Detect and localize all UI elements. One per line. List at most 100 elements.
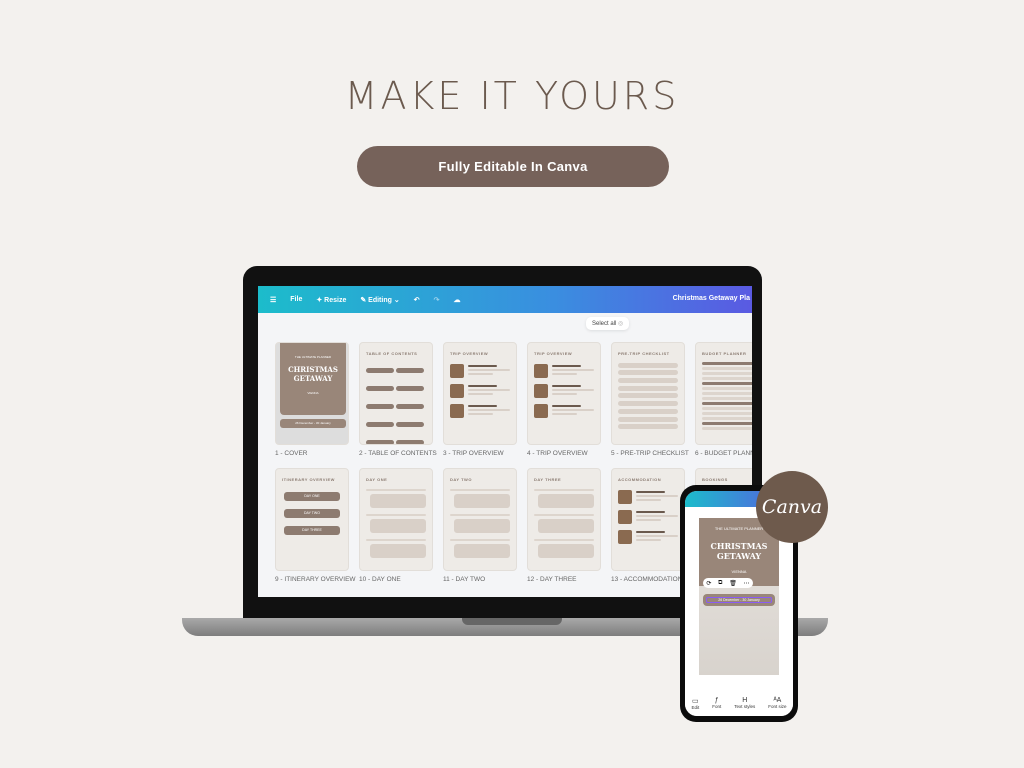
file-menu[interactable]: File bbox=[290, 296, 302, 303]
page-thumbnail[interactable]: ACCOMMODATION bbox=[611, 468, 685, 571]
editing-label: Editing bbox=[368, 296, 392, 304]
list-entry bbox=[534, 364, 594, 378]
canva-logo: Canva bbox=[756, 471, 828, 543]
photo bbox=[618, 510, 632, 524]
text-styles-icon: H bbox=[742, 697, 748, 704]
list-entry bbox=[618, 530, 678, 544]
select-all-button[interactable]: Select all ◎ bbox=[586, 317, 630, 330]
page-header: TRIP OVERVIEW bbox=[534, 351, 573, 356]
resize-menu[interactable]: ✦ Resize bbox=[316, 296, 346, 304]
photo bbox=[534, 364, 548, 378]
page-thumbnail[interactable]: DAY TWO bbox=[443, 468, 517, 571]
document-title[interactable]: Christmas Getaway Pla bbox=[673, 295, 750, 302]
checklist-item bbox=[618, 378, 678, 384]
page-thumbnail[interactable]: BUDGET PLANNER bbox=[695, 342, 752, 445]
itinerary-button: DAY ONE bbox=[284, 492, 340, 501]
checklist-item bbox=[618, 424, 678, 430]
page-label: 1 - COVER bbox=[275, 450, 308, 457]
list-entry bbox=[618, 510, 678, 524]
cover-dates: 26 December - 30 January bbox=[280, 419, 346, 428]
page-header: BOOKINGS bbox=[702, 477, 728, 482]
page-label: 6 - BUDGET PLANNER bbox=[695, 450, 752, 457]
list-entry bbox=[450, 384, 510, 398]
editing-menu[interactable]: ✎ Editing ⌄ bbox=[360, 296, 399, 304]
font-size-icon: ᴬA bbox=[773, 697, 782, 704]
checklist-item bbox=[618, 362, 678, 368]
cover-panel: THE ULTIMATE PLANNER CHRISTMAS GETAWAY VIE… bbox=[280, 343, 346, 415]
itinerary-button: DAY TWO bbox=[284, 509, 340, 518]
photo bbox=[450, 384, 464, 398]
page-label: 5 - PRE-TRIP CHECKLIST bbox=[611, 450, 689, 457]
page-header: DAY TWO bbox=[450, 477, 472, 482]
photo bbox=[618, 530, 632, 544]
canva-editor: ☰ File ✦ Resize ✎ Editing ⌄ ↶ ↷ ☁ Christ… bbox=[258, 286, 752, 597]
page-label: 3 - TRIP OVERVIEW bbox=[443, 450, 504, 457]
undo-icon[interactable]: ↶ bbox=[414, 296, 420, 304]
page-header: DAY THREE bbox=[534, 477, 562, 482]
cover-title: CHRISTMAS GETAWAY bbox=[288, 365, 338, 383]
cover-kicker: THE ULTIMATE PLANNER bbox=[294, 355, 332, 359]
page-thumbnail[interactable]: TRIP OVERVIEW bbox=[527, 342, 601, 445]
photo bbox=[618, 490, 632, 504]
tool-label: Font size bbox=[768, 704, 787, 709]
checklist-item bbox=[618, 416, 678, 422]
phone-cover-page[interactable]: THE ULTIMATE PLANNER CHRISTMAS GETAWAY V… bbox=[699, 518, 779, 675]
element-actions: ⟳ ⧉ 🗑 ⋯ bbox=[703, 578, 753, 588]
tool-label: Font bbox=[712, 704, 722, 709]
delete-icon[interactable]: 🗑 bbox=[729, 580, 737, 587]
page-label: 9 - ITINERARY OVERVIEW bbox=[275, 576, 356, 583]
laptop-notch bbox=[462, 618, 562, 625]
page-header: PRE-TRIP CHECKLIST bbox=[618, 351, 670, 356]
page-thumbnail[interactable]: DAY ONE bbox=[359, 468, 433, 571]
page-header: BUDGET PLANNER bbox=[702, 351, 747, 356]
list-entry bbox=[450, 364, 510, 378]
phone-tool[interactable]: ƒ Font bbox=[712, 697, 721, 716]
more-icon[interactable]: ⋯ bbox=[744, 580, 750, 587]
page-header: ACCOMMODATION bbox=[618, 477, 662, 482]
page-label: 2 - TABLE OF CONTENTS bbox=[359, 450, 437, 457]
page-header: ITINERARY OVERVIEW bbox=[282, 477, 335, 482]
toc-item bbox=[396, 440, 424, 444]
cover-dates: 26 December - 30 January bbox=[706, 597, 772, 603]
toc-item bbox=[366, 404, 394, 409]
toc-item bbox=[366, 386, 394, 391]
page-header: TRIP OVERVIEW bbox=[450, 351, 489, 356]
cloud-sync-icon[interactable]: ☁ bbox=[453, 296, 460, 304]
page-thumbnail[interactable]: DAY THREE bbox=[527, 468, 601, 571]
redo-icon[interactable]: ↷ bbox=[434, 296, 440, 304]
page-thumbnail[interactable]: ITINERARY OVERVIEW DAY ONE DAY TWO DAY THRE… bbox=[275, 468, 349, 571]
phone-tool[interactable]: ᴬA Font size bbox=[768, 697, 786, 716]
cover-place: VIENNA bbox=[307, 391, 319, 395]
fully-editable-button[interactable]: Fully Editable In Canva bbox=[357, 146, 669, 187]
dates-box[interactable]: 26 December - 30 January bbox=[703, 594, 775, 606]
page-label: 13 - ACCOMMODATION bbox=[611, 576, 683, 583]
phone-tool[interactable]: ▭ Edit bbox=[691, 697, 699, 716]
hide-icon: ◎ bbox=[618, 321, 624, 327]
page-thumbnail[interactable]: THE ULTIMATE PLANNER CHRISTMAS GETAWAY VIE… bbox=[275, 342, 349, 445]
checklist-item bbox=[618, 385, 678, 391]
page-label: 10 - DAY ONE bbox=[359, 576, 401, 583]
toc-item bbox=[396, 386, 424, 391]
phone-tool[interactable]: H Text styles bbox=[734, 697, 755, 716]
list-entry bbox=[534, 404, 594, 418]
list-entry bbox=[534, 384, 594, 398]
page-thumbnail[interactable]: TABLE OF CONTENTS bbox=[359, 342, 433, 445]
page-header: DAY ONE bbox=[366, 477, 388, 482]
toc-item bbox=[366, 368, 394, 373]
font-icon: ƒ bbox=[714, 697, 719, 704]
checklist-item bbox=[618, 401, 678, 407]
checklist-item bbox=[618, 370, 678, 376]
page-thumbnail[interactable]: TRIP OVERVIEW bbox=[443, 342, 517, 445]
tool-label: Text styles bbox=[734, 704, 756, 709]
rotate-icon[interactable]: ⟳ bbox=[706, 580, 711, 587]
copy-icon[interactable]: ⧉ bbox=[718, 580, 722, 587]
checklist-item bbox=[618, 393, 678, 399]
page-header: TABLE OF CONTENTS bbox=[366, 351, 418, 356]
page-thumbnail[interactable]: PRE-TRIP CHECKLIST bbox=[611, 342, 685, 445]
hamburger-icon[interactable]: ☰ bbox=[270, 296, 276, 304]
toc-item bbox=[396, 404, 424, 409]
list-entry bbox=[450, 404, 510, 418]
select-all-label: Select all bbox=[592, 321, 617, 327]
list-entry bbox=[618, 490, 678, 504]
phone-tool-bar: ▭ Edit ƒ Font H Text styles ᴬA Font size bbox=[685, 694, 793, 716]
